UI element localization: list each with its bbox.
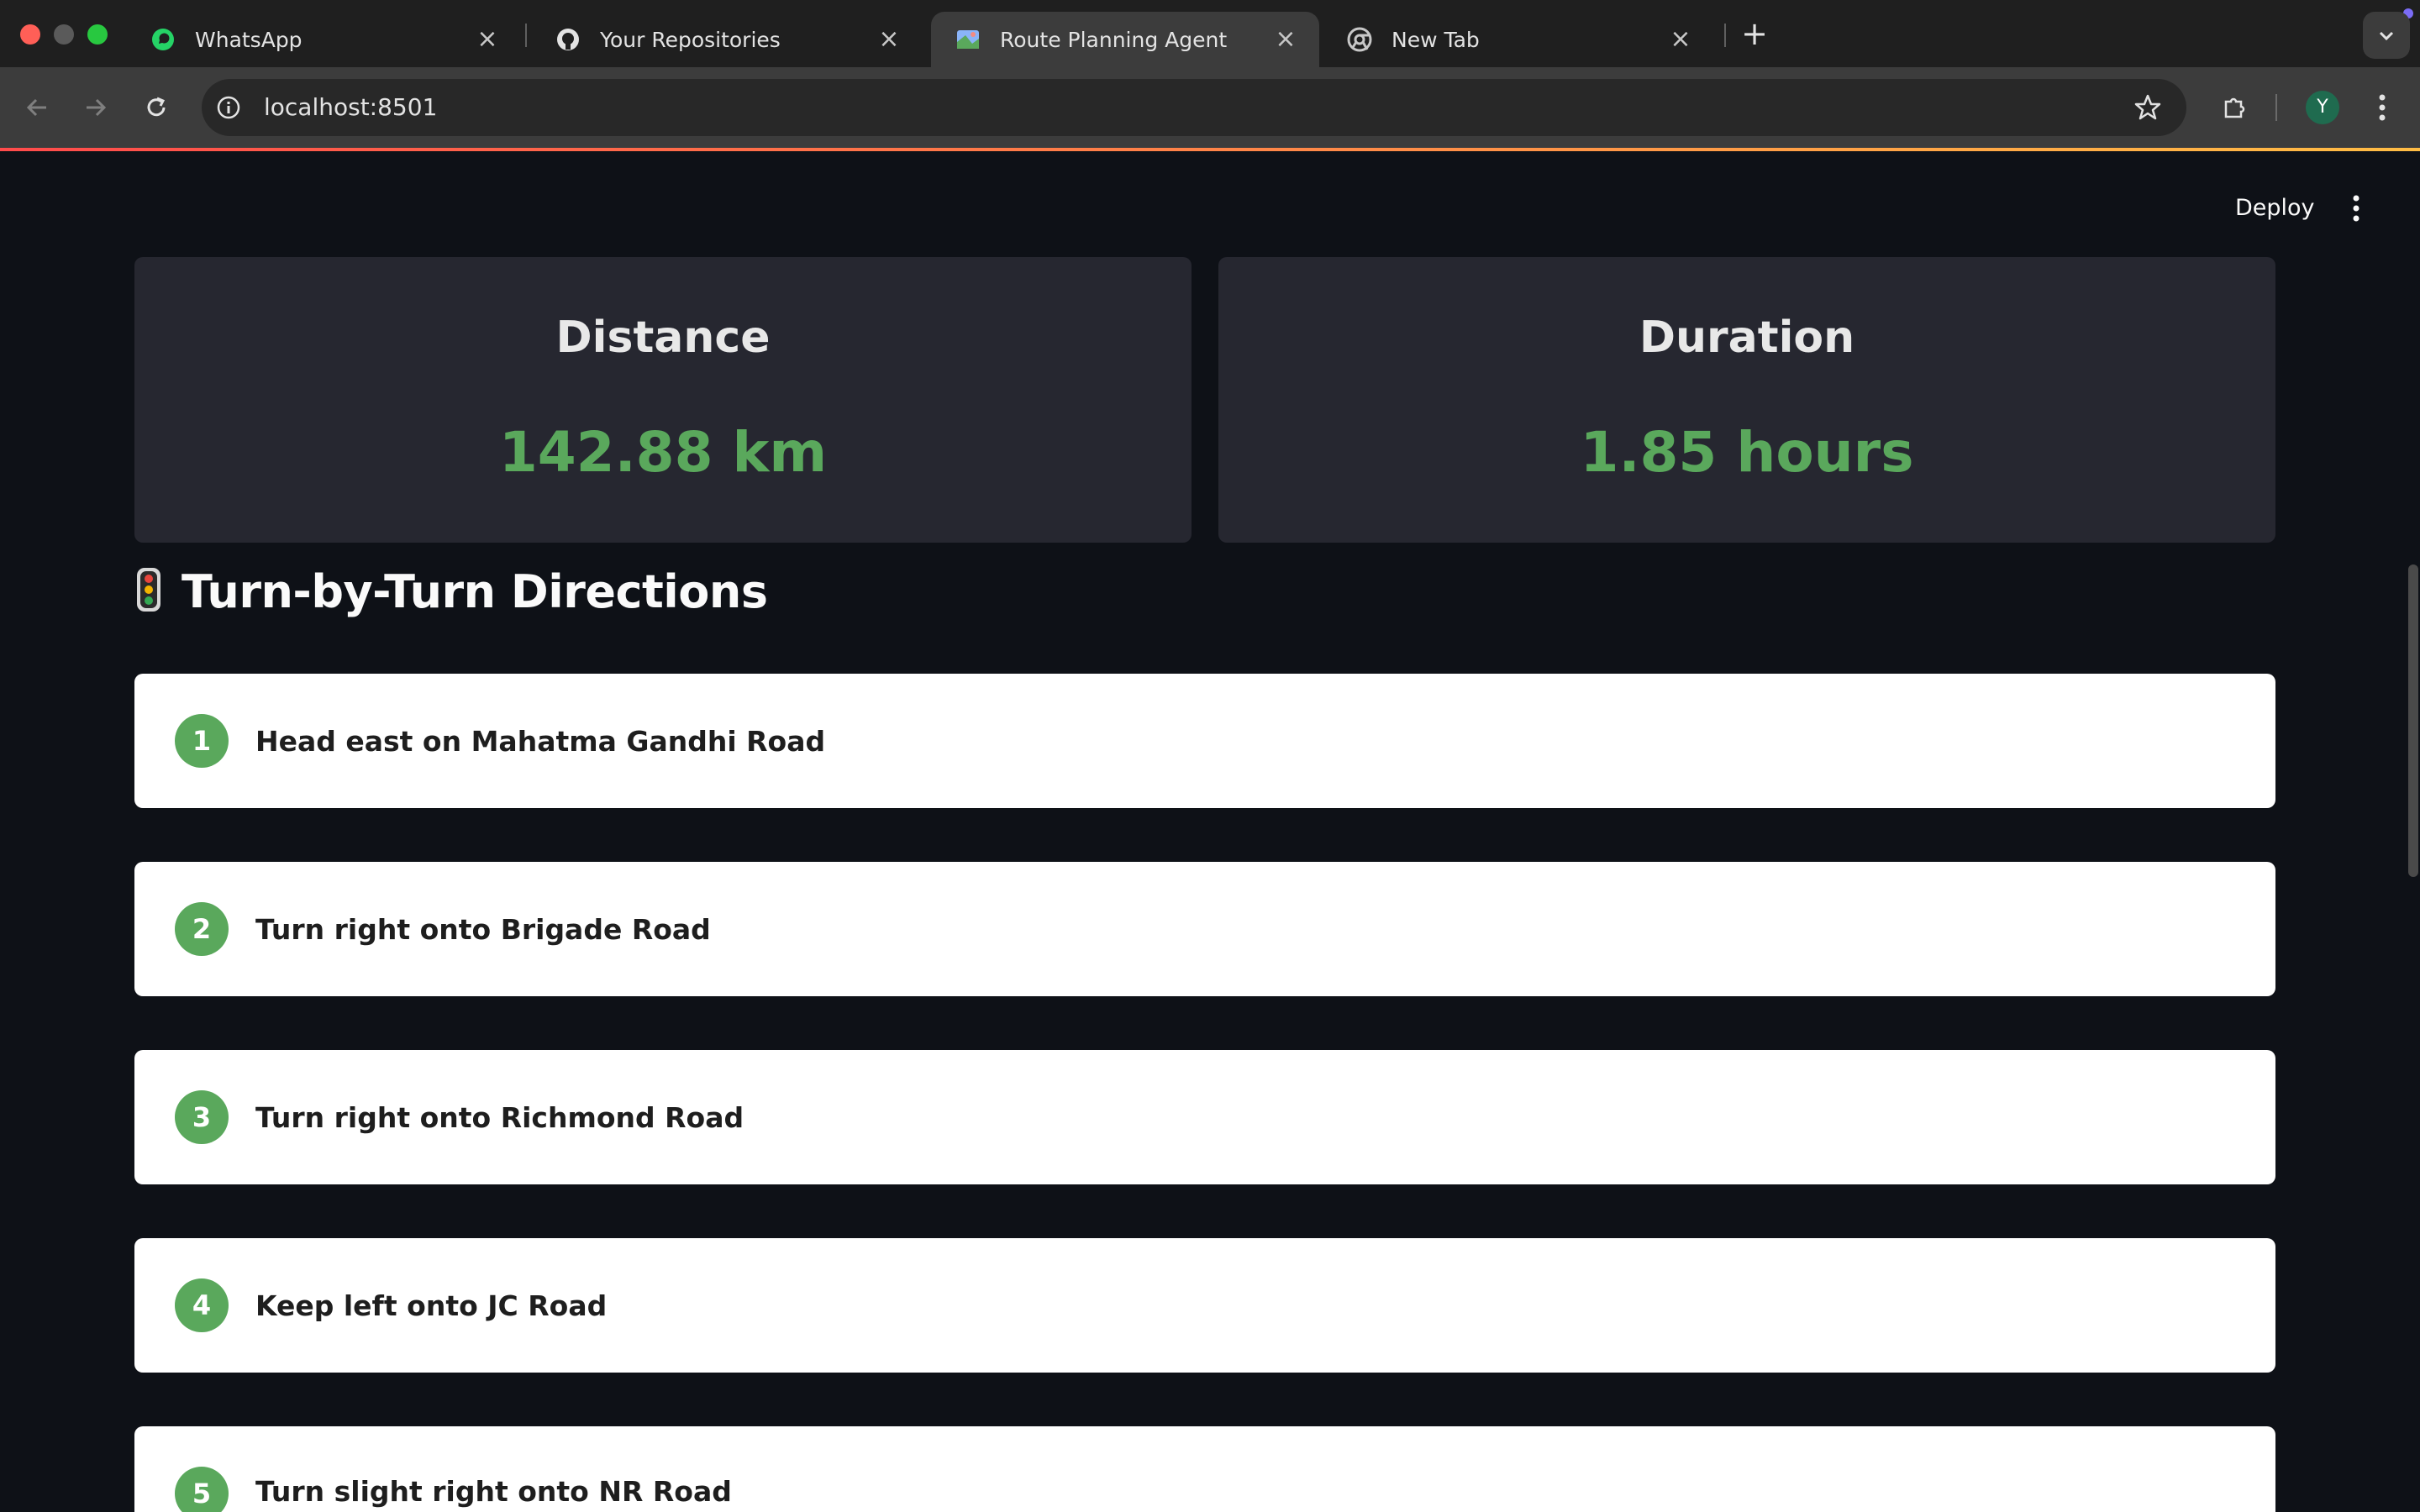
close-tab-icon[interactable]: × bbox=[1667, 26, 1694, 53]
site-info-icon[interactable] bbox=[213, 92, 244, 123]
tab-title: Your Repositories bbox=[600, 27, 781, 52]
maximize-window-button[interactable] bbox=[87, 24, 108, 45]
reload-icon bbox=[147, 97, 166, 117]
browser-menu-button[interactable] bbox=[2368, 89, 2396, 126]
address-url[interactable]: localhost:8501 bbox=[264, 91, 437, 124]
arrow-left-icon bbox=[26, 98, 46, 117]
profile-avatar[interactable]: Y bbox=[2306, 91, 2339, 124]
direction-step: 5 Turn slight right onto NR Road bbox=[134, 1426, 2275, 1512]
tab-new-tab[interactable]: New Tab × bbox=[1323, 12, 1714, 67]
deploy-button[interactable]: Deploy bbox=[2223, 190, 2327, 227]
step-text: Keep left onto JC Road bbox=[255, 1289, 608, 1322]
star-icon bbox=[2134, 94, 2161, 120]
tab-your-repositories[interactable]: Your Repositories × bbox=[531, 12, 923, 67]
traffic-light-icon bbox=[134, 566, 163, 617]
metric-value: 142.88 km bbox=[498, 420, 828, 485]
duration-metric-card: Duration 1.85 hours bbox=[1218, 257, 2275, 543]
direction-step: 1 Head east on Mahatma Gandhi Road bbox=[134, 674, 2275, 808]
tab-separator bbox=[1724, 24, 1726, 47]
directions-heading: Turn-by-Turn Directions bbox=[134, 558, 768, 625]
direction-step: 2 Turn right onto Brigade Road bbox=[134, 862, 2275, 996]
direction-step: 4 Keep left onto JC Road bbox=[134, 1238, 2275, 1373]
step-number-badge: 1 bbox=[175, 714, 229, 768]
reload-button[interactable] bbox=[136, 87, 176, 128]
kebab-menu-icon bbox=[2379, 94, 2386, 121]
tab-title: New Tab bbox=[1392, 27, 1480, 52]
back-button[interactable] bbox=[17, 87, 57, 128]
step-text: Turn slight right onto NR Road bbox=[255, 1475, 732, 1508]
tab-separator bbox=[525, 24, 527, 47]
puzzle-icon bbox=[2224, 97, 2245, 118]
close-tab-icon[interactable]: × bbox=[876, 26, 902, 53]
kebab-menu-icon bbox=[2353, 195, 2360, 222]
tab-title: WhatsApp bbox=[195, 27, 302, 52]
app-menu-button[interactable] bbox=[2341, 190, 2371, 227]
tab-title: Route Planning Agent bbox=[1000, 27, 1228, 52]
step-number-badge: 4 bbox=[175, 1278, 229, 1332]
bookmark-button[interactable] bbox=[2129, 89, 2166, 126]
tab-route-planning-agent[interactable]: Route Planning Agent × bbox=[931, 12, 1319, 67]
toolbar-divider bbox=[2275, 94, 2277, 121]
extensions-button[interactable] bbox=[2215, 87, 2255, 128]
step-number-badge: 5 bbox=[175, 1467, 229, 1512]
chevron-down-icon bbox=[2379, 31, 2394, 41]
forward-button[interactable] bbox=[76, 87, 116, 128]
map-icon bbox=[955, 26, 981, 53]
close-tab-icon[interactable]: × bbox=[1272, 26, 1299, 53]
step-text: Turn right onto Brigade Road bbox=[255, 912, 711, 946]
step-number-badge: 2 bbox=[175, 902, 229, 956]
metric-label: Distance bbox=[555, 312, 771, 363]
whatsapp-icon bbox=[150, 26, 176, 53]
step-number-badge: 3 bbox=[175, 1090, 229, 1144]
minimize-window-button[interactable] bbox=[54, 24, 74, 45]
close-window-button[interactable] bbox=[20, 24, 40, 45]
metric-label: Duration bbox=[1639, 312, 1855, 363]
directions-heading-text: Turn-by-Turn Directions bbox=[182, 564, 768, 618]
distance-metric-card: Distance 142.88 km bbox=[134, 257, 1192, 543]
new-tab-button[interactable]: + bbox=[1738, 17, 1771, 50]
page-scrollbar[interactable] bbox=[2408, 564, 2418, 877]
github-icon bbox=[555, 26, 581, 53]
app-loading-bar bbox=[0, 148, 2420, 151]
metric-value: 1.85 hours bbox=[1580, 420, 1914, 485]
tab-whatsapp[interactable]: WhatsApp × bbox=[126, 12, 521, 67]
chrome-icon bbox=[1346, 26, 1373, 53]
step-text: Turn right onto Richmond Road bbox=[255, 1100, 744, 1134]
step-text: Head east on Mahatma Gandhi Road bbox=[255, 724, 826, 758]
direction-step: 3 Turn right onto Richmond Road bbox=[134, 1050, 2275, 1184]
address-bar[interactable] bbox=[202, 79, 2186, 136]
arrow-right-icon bbox=[87, 98, 107, 117]
tab-search-button[interactable] bbox=[2363, 12, 2410, 59]
close-tab-icon[interactable]: × bbox=[474, 26, 501, 53]
